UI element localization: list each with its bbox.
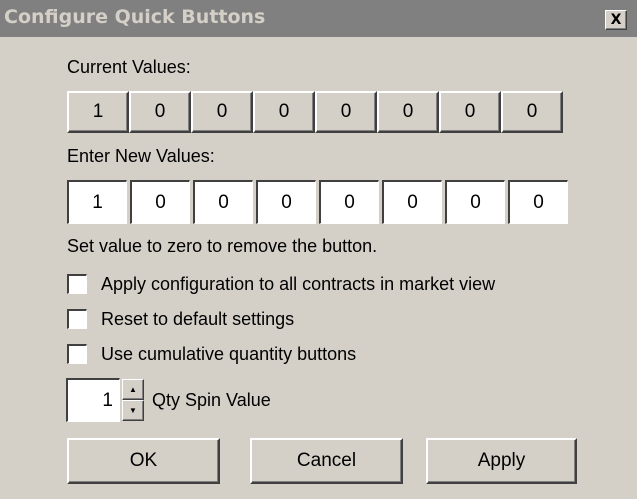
configure-quick-buttons-dialog: Configure Quick Buttons X Current Values… — [0, 0, 637, 499]
hint-text: Set value to zero to remove the button. — [67, 236, 378, 256]
current-values-row: 1 0 0 0 0 0 0 0 — [67, 91, 563, 133]
new-value-field[interactable]: 0 — [445, 180, 505, 224]
ok-button[interactable]: OK — [67, 438, 220, 484]
option-cumulative-quantity[interactable]: Use cumulative quantity buttons — [67, 342, 356, 366]
spin-down-button[interactable]: ▼ — [122, 400, 144, 421]
spin-up-button[interactable]: ▲ — [122, 379, 144, 400]
current-values-label: Current Values: — [67, 57, 191, 77]
apply-all-contracts-checkbox[interactable] — [67, 274, 87, 294]
new-value-field[interactable]: 0 — [382, 180, 442, 224]
spin-up-icon: ▲ — [129, 384, 137, 394]
current-value-button[interactable]: 1 — [67, 91, 129, 133]
apply-all-contracts-label: Apply configuration to all contracts in … — [101, 273, 496, 294]
current-value-button[interactable]: 0 — [439, 91, 501, 133]
current-value-button[interactable]: 0 — [377, 91, 439, 133]
spin-down-icon: ▼ — [129, 405, 137, 415]
current-value-button[interactable]: 0 — [501, 91, 563, 133]
new-value-field[interactable]: 0 — [193, 180, 253, 224]
qty-spin-label: Qty Spin Value — [152, 390, 271, 410]
close-button[interactable]: X — [605, 10, 627, 30]
new-value-field[interactable]: 0 — [508, 180, 568, 224]
reset-defaults-label: Reset to default settings — [101, 308, 295, 329]
cumulative-quantity-label: Use cumulative quantity buttons — [101, 343, 357, 364]
apply-button[interactable]: Apply — [426, 438, 577, 484]
reset-defaults-checkbox[interactable] — [67, 309, 87, 329]
option-apply-all-contracts[interactable]: Apply configuration to all contracts in … — [67, 272, 495, 296]
new-value-field[interactable]: 0 — [256, 180, 316, 224]
new-value-field[interactable]: 0 — [319, 180, 379, 224]
current-value-button[interactable]: 0 — [129, 91, 191, 133]
new-value-field[interactable]: 1 — [67, 180, 127, 224]
window-title: Configure Quick Buttons — [4, 6, 266, 28]
enter-new-values-label: Enter New Values: — [67, 146, 215, 166]
cancel-button[interactable]: Cancel — [250, 438, 403, 484]
current-value-button[interactable]: 0 — [191, 91, 253, 133]
cumulative-quantity-checkbox[interactable] — [67, 344, 87, 364]
current-value-button[interactable]: 0 — [315, 91, 377, 133]
current-value-button[interactable]: 0 — [253, 91, 315, 133]
option-reset-defaults[interactable]: Reset to default settings — [67, 307, 294, 331]
title-bar: Configure Quick Buttons X — [0, 0, 637, 37]
new-value-field[interactable]: 0 — [130, 180, 190, 224]
close-icon: X — [610, 12, 622, 28]
qty-spin-input[interactable]: 1 — [66, 378, 120, 422]
new-values-row: 1 0 0 0 0 0 0 0 — [67, 180, 568, 224]
